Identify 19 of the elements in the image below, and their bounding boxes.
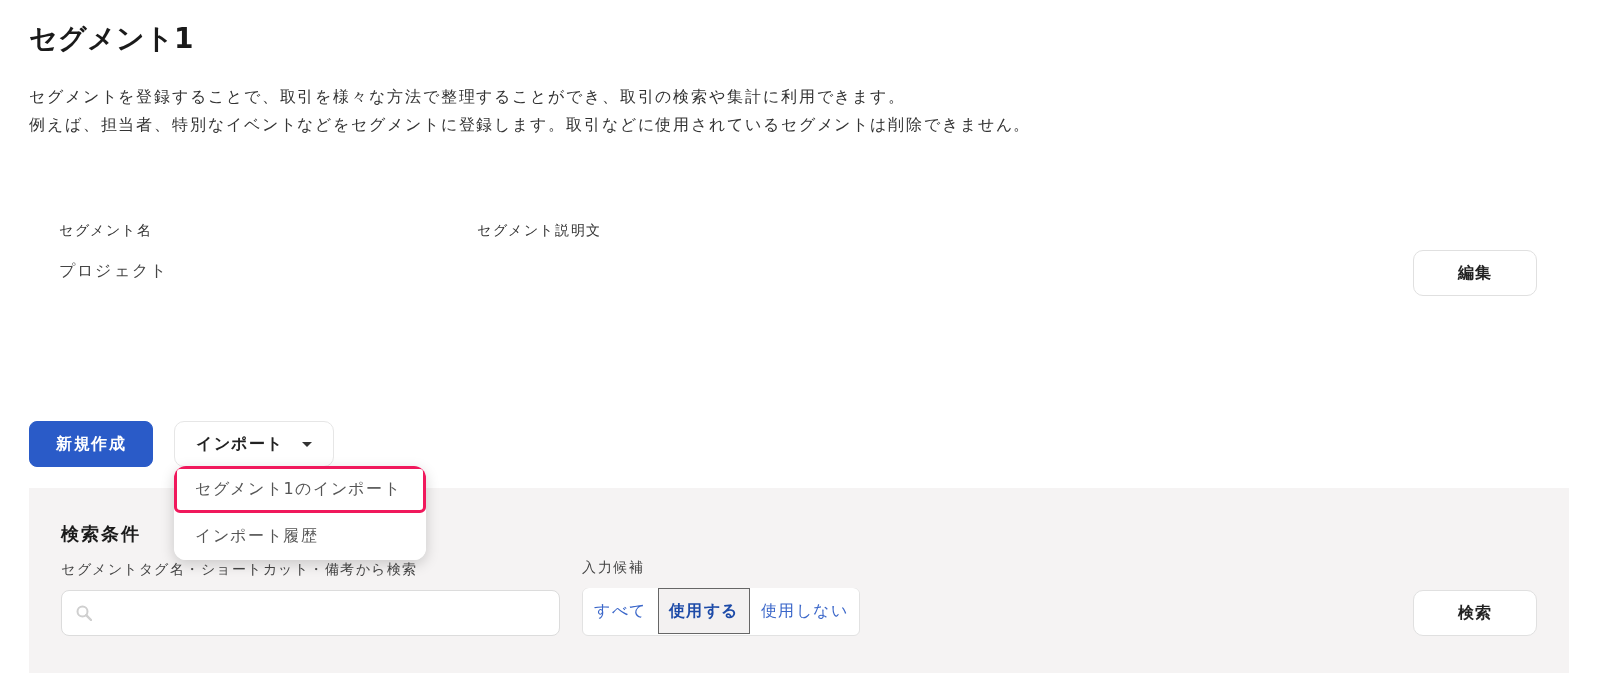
search-field[interactable] <box>61 590 560 636</box>
edit-button[interactable]: 編集 <box>1413 250 1537 296</box>
column-value: プロジェクト <box>59 260 169 282</box>
search-button[interactable]: 検索 <box>1413 590 1537 636</box>
panel-title: 検索条件 <box>61 522 141 546</box>
new-button[interactable]: 新規作成 <box>29 421 153 467</box>
caret-icon <box>301 441 312 447</box>
menu-item[interactable]: セグメント1のインポート <box>174 466 426 513</box>
import-button[interactable]: インポート <box>174 421 334 467</box>
segment-option[interactable]: 使用する <box>657 588 750 634</box>
search-icon <box>76 605 92 621</box>
field-label: セグメントタグ名・ショートカット・備考から検索 <box>61 560 418 579</box>
menu-item[interactable]: インポート履歴 <box>174 513 426 560</box>
field-label: 入力候補 <box>582 558 644 577</box>
column-label: セグメント説明文 <box>477 221 602 240</box>
page-title: セグメント1 <box>29 21 194 57</box>
description-text: 例えば、担当者、特別なイベントなどをセグメントに登録します。取引などに使用されているセグメントは削除できません。 <box>29 114 1032 136</box>
column-label: セグメント名 <box>59 221 153 240</box>
description-text: セグメントを登録することで、取引を様々な方法で整理することができ、取引の検索や集計に利用できます。 <box>29 86 907 108</box>
